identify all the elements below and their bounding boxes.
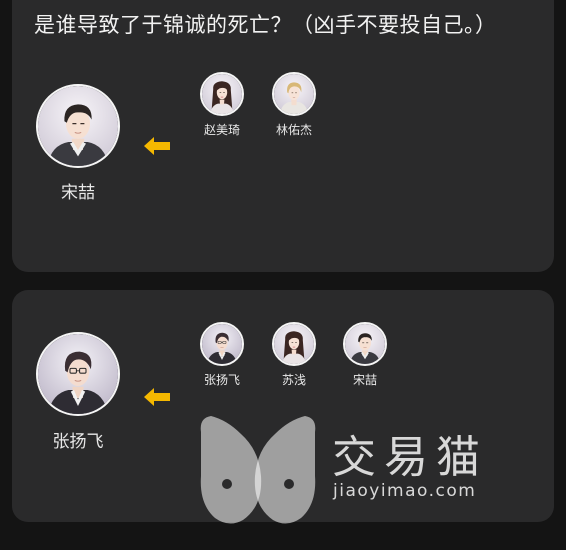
watermark-brand: 交易猫: [332, 432, 488, 483]
female-avatar-portrait-icon: [202, 74, 242, 114]
male-glasses-avatar-portrait-icon: [202, 324, 242, 364]
main-suspect-name-2: 张扬飞: [52, 432, 104, 452]
watermark-url: jiaoyimao.com: [333, 481, 477, 501]
male-avatar-portrait-icon: [345, 324, 385, 364]
vote-option-name-2-1: 张扬飞: [203, 373, 240, 387]
male-glasses-avatar-portrait-icon: [38, 334, 118, 414]
vote-option-name-1-1: 赵美琦: [203, 123, 240, 137]
vote-option-avatar-2-1[interactable]: [200, 322, 244, 366]
vote-option-avatar-1-2[interactable]: [272, 72, 316, 116]
question-text: 是谁导致了于锦诚的死亡？（凶手不要投自己。）: [34, 13, 497, 37]
female-avatar-portrait-icon: [274, 324, 314, 364]
vote-option-name-1-2: 林佑杰: [275, 123, 312, 137]
main-suspect-avatar-1[interactable]: [36, 84, 120, 168]
vote-option-avatar-1-1[interactable]: [200, 72, 244, 116]
male-avatar-portrait-icon: [38, 86, 118, 166]
male-blond-avatar-portrait-icon: [274, 74, 314, 114]
arrow-left-icon: [144, 388, 170, 406]
main-suspect-avatar-2[interactable]: [36, 332, 120, 416]
vote-option-avatar-2-2[interactable]: [272, 322, 316, 366]
vote-option-name-2-3: 宋喆: [352, 373, 377, 387]
vote-option-name-2-2: 苏浅: [281, 373, 306, 387]
vote-option-avatar-2-3[interactable]: [343, 322, 387, 366]
arrow-left-icon: [144, 137, 170, 155]
main-suspect-name-1: 宋喆: [61, 183, 95, 203]
